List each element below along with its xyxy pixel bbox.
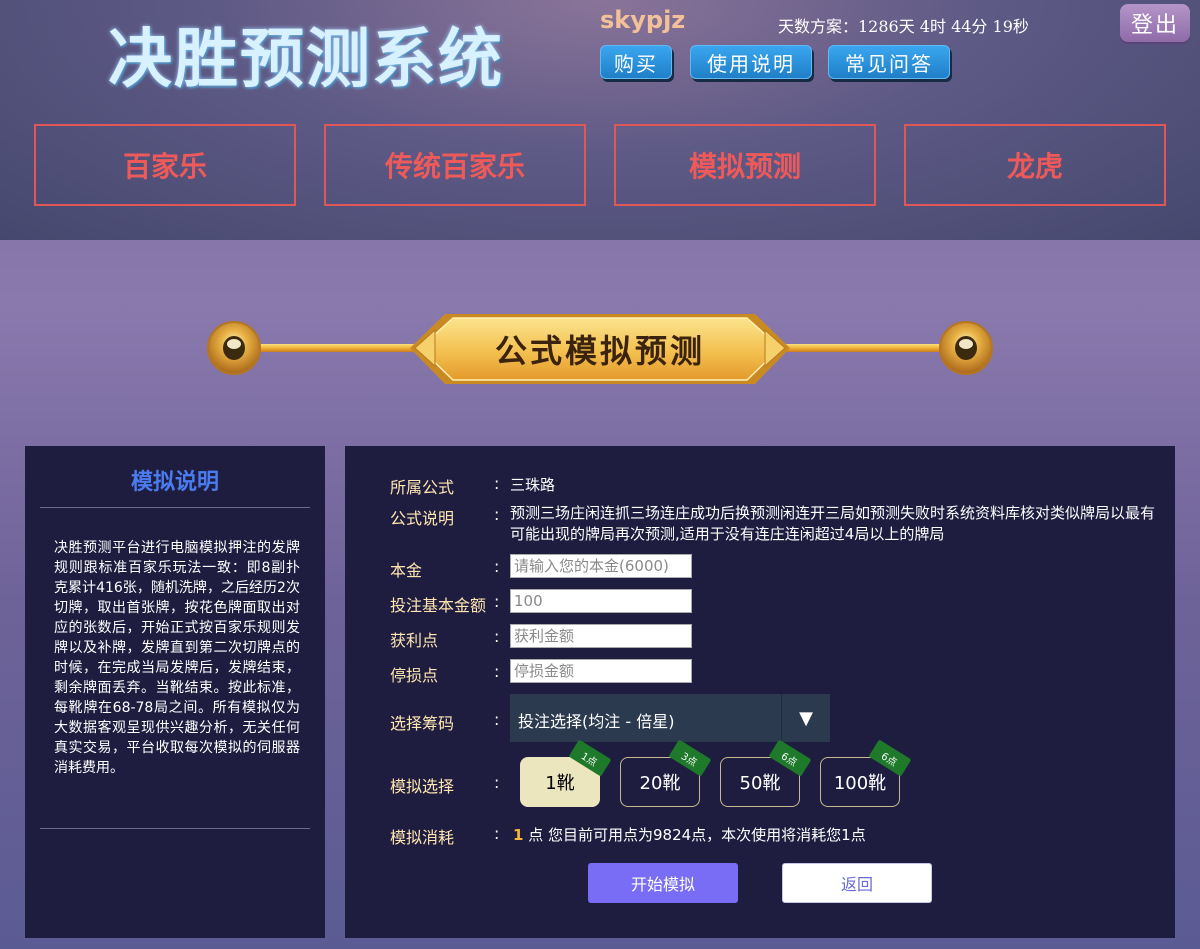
cost-text: 点 您目前可用点为9824点，本次使用将消耗您1点	[528, 826, 866, 844]
simulation-choice-label: 模拟选择	[390, 777, 455, 796]
back-button[interactable]: 返回	[782, 863, 932, 903]
chip-strategy-select[interactable]: 投注选择(均注 - 倍星) ▼	[510, 694, 830, 742]
stoploss-label: 停损点	[390, 666, 439, 685]
start-simulation-button[interactable]: 开始模拟	[588, 863, 738, 903]
shoe-option-1[interactable]: 1靴 1点	[520, 739, 612, 807]
chips-label: 选择筹码	[390, 714, 455, 733]
formula-desc-label: 公式说明	[390, 509, 455, 528]
profit-label: 获利点	[390, 631, 439, 650]
formula-label: 所属公式	[390, 478, 455, 497]
colon: :	[494, 592, 500, 611]
cost-tag: 1点	[568, 739, 612, 777]
banner-title: 公式模拟预测	[494, 332, 705, 370]
plan-countdown: 天数方案：1286天 4时 44分 19秒	[778, 17, 1029, 36]
formula-desc-value: 预测三场庄闲连抓三场连庄成功后换预测闲连开三局如预测失败时系统资料库核对类似牌局…	[510, 504, 1156, 543]
nav-baccarat[interactable]: 百家乐	[34, 124, 296, 206]
shoe-option-label: 1靴	[545, 773, 575, 794]
colon: :	[494, 824, 500, 843]
base-bet-label: 投注基本金额	[390, 596, 487, 615]
header: 决胜预测系统 skypjz 天数方案：1286天 4时 44分 19秒 登出 购…	[0, 0, 1200, 240]
colon: :	[494, 627, 500, 646]
nav-simulation[interactable]: 模拟预测	[614, 124, 876, 206]
info-panel-text: 决胜预测平台进行电脑模拟押注的发牌规则跟标准百家乐玩法一致：即8副扑克累计416…	[54, 540, 300, 776]
username: skypjz	[600, 6, 686, 34]
colon: :	[494, 505, 500, 524]
colon: :	[494, 773, 500, 792]
colon: :	[494, 557, 500, 576]
nav-dragon-tiger[interactable]: 龙虎	[904, 124, 1166, 206]
divider	[40, 828, 310, 829]
guide-button[interactable]: 使用说明	[690, 45, 812, 79]
logout-button[interactable]: 登出	[1120, 4, 1190, 42]
chip-strategy-selected: 投注选择(均注 - 倍星)	[518, 712, 675, 731]
dropdown-arrow-icon[interactable]: ▼	[782, 694, 830, 742]
principal-label: 本金	[390, 561, 423, 580]
cost-label: 模拟消耗	[390, 828, 455, 847]
info-panel-title: 模拟说明	[130, 470, 219, 495]
divider	[40, 507, 310, 508]
shoe-option-label: 50靴	[739, 773, 781, 794]
simulation-form-panel: 所属公式 : 三珠路 公式说明 : 预测三场庄闲连抓三场连庄成功后换预测闲连开三…	[345, 446, 1175, 938]
colon: :	[494, 474, 500, 493]
base-bet-input[interactable]	[510, 589, 692, 613]
shoe-option-label: 20靴	[639, 773, 681, 794]
site-logo: 决胜预测系统	[108, 23, 504, 97]
colon: :	[494, 710, 500, 729]
section-banner: 公式模拟预测	[205, 308, 995, 390]
shoe-option-label: 100靴	[833, 773, 887, 794]
simulation-info-panel: 模拟说明 决胜预测平台进行电脑模拟押注的发牌规则跟标准百家乐玩法一致：即8副扑克…	[25, 446, 325, 938]
stoploss-input[interactable]	[510, 659, 692, 683]
buy-button[interactable]: 购买	[600, 45, 672, 79]
principal-input[interactable]	[510, 554, 692, 578]
colon: :	[494, 662, 500, 681]
nav-traditional-baccarat[interactable]: 传统百家乐	[324, 124, 586, 206]
cost-info: 1 点 您目前可用点为9824点，本次使用将消耗您1点	[513, 824, 866, 845]
shoe-option-100[interactable]: 100靴 6点	[820, 739, 912, 807]
formula-value: 三珠路	[510, 476, 556, 494]
shoe-option-20[interactable]: 20靴 3点	[620, 739, 712, 807]
shoe-option-50[interactable]: 50靴 6点	[720, 739, 812, 807]
faq-button[interactable]: 常见问答	[828, 45, 950, 79]
cost-points: 1	[513, 826, 524, 844]
profit-input[interactable]	[510, 624, 692, 648]
